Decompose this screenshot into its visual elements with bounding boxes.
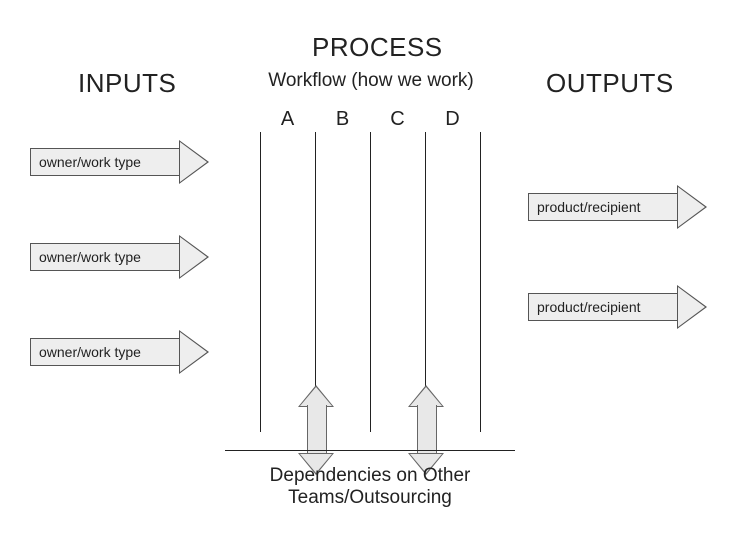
- input-label: owner/work type: [30, 148, 180, 176]
- output-label: product/recipient: [528, 193, 678, 221]
- dependency-arrow-icon: [408, 385, 444, 475]
- arrow-right-icon: [179, 235, 209, 279]
- input-label: owner/work type: [30, 338, 180, 366]
- column-labels: A B C D: [260, 108, 480, 131]
- column-divider: [260, 132, 261, 432]
- col-label-d: D: [425, 108, 480, 131]
- output-arrow: product/recipient: [528, 285, 718, 329]
- column-divider: [480, 132, 481, 432]
- output-label: product/recipient: [528, 293, 678, 321]
- input-arrow: owner/work type: [30, 330, 220, 374]
- dependencies-line1: Dependencies on Other: [240, 465, 500, 487]
- workflow-subtitle: Workflow (how we work): [256, 70, 486, 92]
- output-arrow: product/recipient: [528, 185, 718, 229]
- outputs-title: OUTPUTS: [546, 68, 674, 99]
- process-title: PROCESS: [312, 32, 443, 63]
- dependency-arrow-icon: [298, 385, 334, 475]
- input-arrow: owner/work type: [30, 140, 220, 184]
- dependency-baseline: [225, 450, 515, 451]
- col-label-c: C: [370, 108, 425, 131]
- arrow-right-icon: [179, 140, 209, 184]
- arrow-right-icon: [677, 185, 707, 229]
- inputs-title: INPUTS: [78, 68, 176, 99]
- dependencies-caption: Dependencies on Other Teams/Outsourcing: [240, 465, 500, 509]
- diagram-canvas: PROCESS INPUTS OUTPUTS Workflow (how we …: [0, 0, 741, 542]
- col-label-a: A: [260, 108, 315, 131]
- input-label: owner/work type: [30, 243, 180, 271]
- column-divider: [370, 132, 371, 432]
- col-label-b: B: [315, 108, 370, 131]
- arrow-right-icon: [179, 330, 209, 374]
- input-arrow: owner/work type: [30, 235, 220, 279]
- arrow-right-icon: [677, 285, 707, 329]
- dependencies-line2: Teams/Outsourcing: [240, 487, 500, 509]
